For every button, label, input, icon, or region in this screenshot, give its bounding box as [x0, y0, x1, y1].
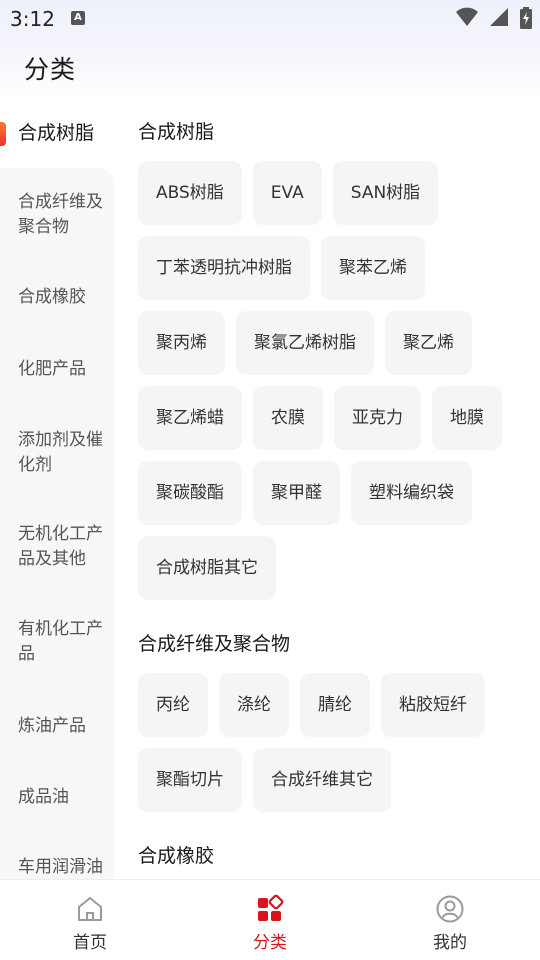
- sidebar-item-label: 成品油: [18, 786, 69, 807]
- section-title: 合成橡胶: [138, 845, 215, 867]
- sidebar-item-synthetic-resin[interactable]: 合成树脂: [0, 98, 114, 168]
- category-chip[interactable]: 合成纤维其它: [253, 748, 391, 812]
- sidebar-item-synthetic-rubber[interactable]: 合成橡胶: [0, 262, 114, 332]
- sidebar-item-label: 合成橡胶: [18, 286, 86, 307]
- sidebar-item-label: 添加剂及催化剂: [18, 430, 103, 475]
- category-chip[interactable]: 丙纶: [138, 673, 208, 737]
- nav-label: 我的: [433, 933, 467, 953]
- category-sidebar: 合成树脂 合成纤维及聚合物 合成橡胶 化肥产品 添加剂及催化剂 无机化工产品及其…: [0, 98, 114, 879]
- category-chip[interactable]: 聚乙烯蜡: [138, 386, 242, 450]
- category-icon: [258, 894, 284, 921]
- sidebar-item-finished-oil[interactable]: 成品油: [0, 762, 114, 832]
- nav-label: 分类: [253, 933, 287, 953]
- category-chip[interactable]: 粘胶短纤: [381, 673, 485, 737]
- category-chip[interactable]: 亚克力: [334, 386, 421, 450]
- nav-label: 首页: [73, 933, 107, 953]
- sidebar-item-label: 合成纤维及聚合物: [18, 192, 103, 237]
- sidebar-item-label: 车用润滑油: [18, 856, 103, 877]
- category-chip[interactable]: 塑料编织袋: [351, 461, 472, 525]
- sidebar-item-additives-catalysts[interactable]: 添加剂及催化剂: [0, 406, 114, 500]
- category-chip[interactable]: 聚甲醛: [253, 461, 340, 525]
- category-chip[interactable]: 丁苯透明抗冲树脂: [138, 236, 310, 300]
- sidebar-item-synthetic-fiber[interactable]: 合成纤维及聚合物: [0, 168, 114, 262]
- nav-profile[interactable]: 我的: [360, 880, 540, 960]
- category-chip[interactable]: 聚氯乙烯树脂: [236, 311, 374, 375]
- sidebar-item-label: 无机化工产品及其他: [18, 524, 103, 569]
- category-chip[interactable]: ABS树脂: [138, 161, 242, 225]
- category-chip[interactable]: 聚碳酸酯: [138, 461, 242, 525]
- sidebar-item-refined-products[interactable]: 炼油产品: [0, 690, 114, 762]
- page-title: 分类: [24, 55, 77, 84]
- battery-icon: [520, 7, 532, 29]
- section-title: 合成树脂: [138, 121, 215, 143]
- sidebar-item-label: 有机化工产品: [18, 619, 103, 664]
- sidebar-item-label: 合成树脂: [18, 121, 95, 144]
- category-chip[interactable]: 地膜: [432, 386, 502, 450]
- section-title: 合成纤维及聚合物: [138, 633, 291, 655]
- category-chip[interactable]: 聚乙烯: [385, 311, 472, 375]
- sidebar-item-label: 化肥产品: [18, 358, 86, 379]
- category-chip[interactable]: 腈纶: [300, 673, 370, 737]
- sidebar-item-organic-chemicals[interactable]: 有机化工产品: [0, 594, 114, 690]
- category-screen: 3:12 A 分类 合成树脂 合成纤维及聚合物 合成橡胶 化肥产品 添加剂及催化…: [0, 0, 540, 960]
- nav-home[interactable]: 首页: [0, 880, 180, 960]
- section-synthetic-rubber: 合成橡胶: [114, 844, 540, 868]
- category-chip[interactable]: 聚酯切片: [138, 748, 242, 812]
- a-icon: A: [71, 11, 85, 25]
- nav-category[interactable]: 分类: [180, 880, 360, 960]
- sidebar-item-lubricants[interactable]: 车用润滑油: [0, 832, 114, 879]
- status-bar: 3:12 A: [0, 0, 540, 36]
- category-chip[interactable]: 聚苯乙烯: [321, 236, 425, 300]
- sidebar-item-label: 炼油产品: [18, 715, 86, 736]
- sidebar-item-fertilizer[interactable]: 化肥产品: [0, 332, 114, 406]
- signal-icon: [489, 8, 508, 26]
- category-chip[interactable]: 合成树脂其它: [138, 536, 276, 600]
- status-icons: [450, 7, 532, 29]
- chip-list: 丙纶 涤纶 腈纶 粘胶短纤 聚酯切片 合成纤维其它: [138, 673, 528, 823]
- category-chip[interactable]: 聚丙烯: [138, 311, 225, 375]
- wifi-icon: [455, 7, 478, 26]
- section-synthetic-fiber: 合成纤维及聚合物 丙纶 涤纶 腈纶 粘胶短纤 聚酯切片 合成纤维其它: [114, 632, 540, 823]
- profile-icon: [436, 895, 464, 923]
- category-chip[interactable]: EVA: [252, 161, 322, 225]
- status-time: 3:12: [10, 7, 55, 31]
- category-chip[interactable]: 涤纶: [219, 673, 289, 737]
- active-indicator: [0, 122, 6, 146]
- home-icon: [78, 897, 102, 921]
- category-chip[interactable]: SAN树脂: [332, 161, 439, 225]
- category-content: 合成树脂 ABS树脂 EVA SAN树脂 丁苯透明抗冲树脂 聚苯乙烯 聚丙烯 聚…: [114, 98, 540, 879]
- category-chip[interactable]: 农膜: [253, 386, 323, 450]
- chip-list: ABS树脂 EVA SAN树脂 丁苯透明抗冲树脂 聚苯乙烯 聚丙烯 聚氯乙烯树脂…: [138, 161, 528, 611]
- bottom-nav: 首页 分类 我的: [0, 879, 540, 960]
- sidebar-item-inorganic-chemicals[interactable]: 无机化工产品及其他: [0, 500, 114, 594]
- section-synthetic-resin: 合成树脂 ABS树脂 EVA SAN树脂 丁苯透明抗冲树脂 聚苯乙烯 聚丙烯 聚…: [114, 120, 540, 611]
